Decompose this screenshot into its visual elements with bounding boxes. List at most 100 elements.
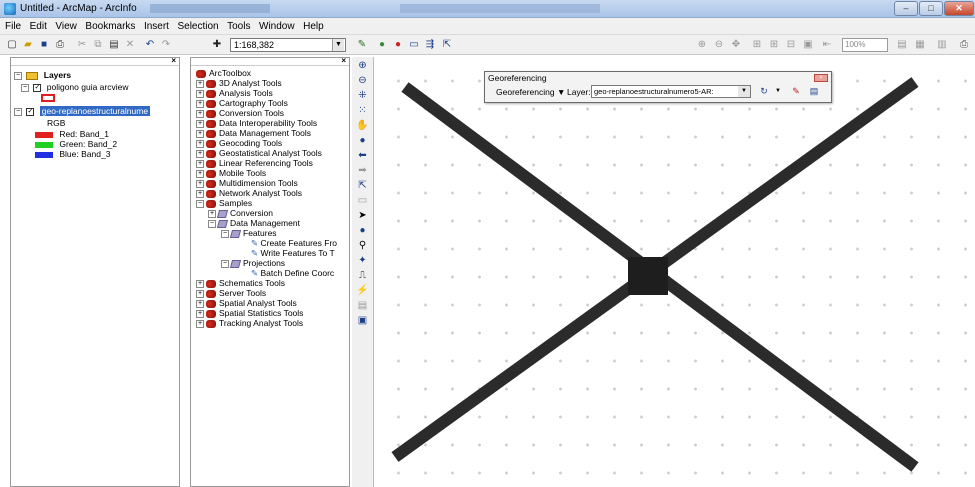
rotate-dropdown-icon[interactable]: ▼ <box>771 85 785 98</box>
forward-extent-icon[interactable]: ➡ <box>355 165 371 177</box>
toolbox-multidimension[interactable]: Multidimension Tools <box>219 178 298 188</box>
tool-create-features[interactable]: Create Features Fro <box>260 238 337 248</box>
redo-icon[interactable]: ↷ <box>159 38 173 52</box>
measure-icon[interactable]: ⎍ <box>355 270 371 282</box>
rotate-icon[interactable]: ↻ <box>757 85 771 98</box>
time-slider-icon[interactable]: ▣ <box>355 315 371 327</box>
add-data-icon[interactable]: ✚ <box>210 38 224 52</box>
arctoolbox-close-icon[interactable]: × <box>341 58 346 65</box>
menu-tools[interactable]: Tools <box>227 18 250 35</box>
select-elements-icon[interactable]: ➤ <box>355 210 371 222</box>
editor-toolbar-icon[interactable]: ✎ <box>355 38 369 52</box>
collapse-toggle[interactable]: − <box>221 259 229 268</box>
georeferencing-menu[interactable]: Georeferencing ▼ <box>496 87 565 97</box>
expand-toggle[interactable]: + <box>196 319 204 328</box>
expand-toggle[interactable]: + <box>196 79 204 88</box>
expand-toggle[interactable]: + <box>196 289 204 298</box>
expand-toggle[interactable]: + <box>196 279 204 288</box>
collapse-toggle[interactable]: − <box>196 199 204 208</box>
expand-toggle[interactable]: + <box>196 89 204 98</box>
layer-1-collapse-toggle[interactable]: − <box>21 83 29 92</box>
undo-icon[interactable]: ↶ <box>143 38 157 52</box>
layers-collapse-toggle[interactable]: − <box>14 71 22 80</box>
layer-select[interactable]: geo-replanoestructuralnumero5-AR: <box>591 85 751 98</box>
menu-view[interactable]: View <box>55 18 77 35</box>
toolset-data-management[interactable]: Data Management <box>230 218 300 228</box>
back-extent-icon[interactable]: ⬅ <box>355 150 371 162</box>
zoom-in-icon[interactable]: ⊕ <box>355 60 371 72</box>
layer-dropdown-icon[interactable]: ▼ <box>738 86 750 97</box>
expand-toggle[interactable]: + <box>196 149 204 158</box>
map-scale-field[interactable]: 1:168,382 <box>230 38 346 52</box>
toolbox-samples[interactable]: Samples <box>219 198 252 208</box>
menu-bookmarks[interactable]: Bookmarks <box>85 18 135 35</box>
layout-fixed-zoom-out-icon[interactable]: ⊟ <box>784 38 798 52</box>
toolbox-data-management[interactable]: Data Management Tools <box>219 128 311 138</box>
focus-data-frame-icon[interactable]: ▦ <box>913 38 927 52</box>
select-features-icon[interactable]: ⇱ <box>355 180 371 192</box>
expand-toggle[interactable]: + <box>196 299 204 308</box>
toolbox-schematics[interactable]: Schematics Tools <box>219 278 285 288</box>
cut-icon[interactable]: ✂ <box>75 38 89 52</box>
layer-1-name[interactable]: poligono guia arcview <box>47 82 129 92</box>
hyperlink-icon[interactable]: ⚡ <box>355 285 371 297</box>
pan-icon[interactable]: ✋ <box>355 120 371 132</box>
menu-selection[interactable]: Selection <box>177 18 218 35</box>
toolbox-mobile[interactable]: Mobile Tools <box>219 168 266 178</box>
identify-icon[interactable]: ● <box>355 225 371 237</box>
arctoolbox-root-label[interactable]: ArcToolbox <box>209 68 251 78</box>
toolbox-server[interactable]: Server Tools <box>219 288 266 298</box>
layout-fixed-zoom-in-icon[interactable]: ⊞ <box>767 38 781 52</box>
layout-zoom-in-icon[interactable]: ⊕ <box>695 38 709 52</box>
expand-toggle[interactable]: + <box>196 309 204 318</box>
toolbox-tracking-analyst[interactable]: Tracking Analyst Tools <box>219 318 303 328</box>
polygon-symbol-icon[interactable] <box>41 94 55 102</box>
whats-this-help-icon[interactable]: ⇱ <box>440 38 454 52</box>
command-line-icon[interactable]: ▭ <box>407 38 421 52</box>
print-layout-icon[interactable]: ⎙ <box>957 38 971 52</box>
new-document-icon[interactable]: ▢ <box>5 38 19 52</box>
layer-2-collapse-toggle[interactable]: − <box>14 107 22 116</box>
green-band-swatch[interactable] <box>35 141 53 148</box>
toolbox-geocoding[interactable]: Geocoding Tools <box>219 138 282 148</box>
expand-toggle[interactable]: + <box>196 179 204 188</box>
view-link-table-icon[interactable]: ▤ <box>807 85 821 98</box>
arctoolbox-icon[interactable]: ● <box>391 38 405 52</box>
toolbox-data-interoperability[interactable]: Data Interoperability Tools <box>219 118 317 128</box>
layer-1-visibility-checkbox[interactable]: ✓ <box>33 83 42 92</box>
expand-toggle[interactable]: + <box>196 119 204 128</box>
paste-icon[interactable]: ▤ <box>107 38 121 52</box>
collapse-toggle[interactable]: − <box>221 229 229 238</box>
copy-icon[interactable]: ⧉ <box>91 38 105 52</box>
toolbox-linear-referencing[interactable]: Linear Referencing Tools <box>219 158 313 168</box>
toolbox-cartography[interactable]: Cartography Tools <box>219 98 288 108</box>
tool-batch-define[interactable]: Batch Define Coorc <box>260 268 334 278</box>
delete-icon[interactable]: ✕ <box>123 38 137 52</box>
minimize-button[interactable]: – <box>894 1 918 16</box>
toolset-projections[interactable]: Projections <box>243 258 285 268</box>
editor-toolbar-icon-2[interactable]: ● <box>375 38 389 52</box>
fixed-zoom-out-icon[interactable]: ⁙ <box>355 105 371 117</box>
zoom-out-icon[interactable]: ⊖ <box>355 75 371 87</box>
toolbox-network-analyst[interactable]: Network Analyst Tools <box>219 188 302 198</box>
red-band-swatch[interactable] <box>35 131 53 138</box>
layout-zoom-percent-field[interactable]: 100% <box>842 38 888 52</box>
menu-window[interactable]: Window <box>259 18 295 35</box>
save-icon[interactable]: ■ <box>37 38 51 52</box>
close-button[interactable]: ✕ <box>944 1 974 16</box>
scale-dropdown-icon[interactable]: ▼ <box>332 39 344 51</box>
toc-close-icon[interactable]: × <box>171 56 176 65</box>
toolset-conversion[interactable]: Conversion <box>230 208 273 218</box>
toggle-draft-mode-icon[interactable]: ▤ <box>895 38 909 52</box>
add-control-points-icon[interactable]: ✎ <box>789 85 803 98</box>
layers-root-label[interactable]: Layers <box>44 70 71 80</box>
full-extent-icon[interactable]: ● <box>355 135 371 147</box>
toolbox-geostatistical[interactable]: Geostatistical Analyst Tools <box>219 148 322 158</box>
toolbox-spatial-analyst[interactable]: Spatial Analyst Tools <box>219 298 297 308</box>
layer-2-visibility-checkbox[interactable]: ✓ <box>26 107 35 116</box>
menu-help[interactable]: Help <box>303 18 324 35</box>
maximize-button[interactable]: □ <box>919 1 943 16</box>
collapse-toggle[interactable]: − <box>208 219 216 228</box>
fixed-zoom-in-icon[interactable]: ⁜ <box>355 90 371 102</box>
expand-toggle[interactable]: + <box>196 159 204 168</box>
